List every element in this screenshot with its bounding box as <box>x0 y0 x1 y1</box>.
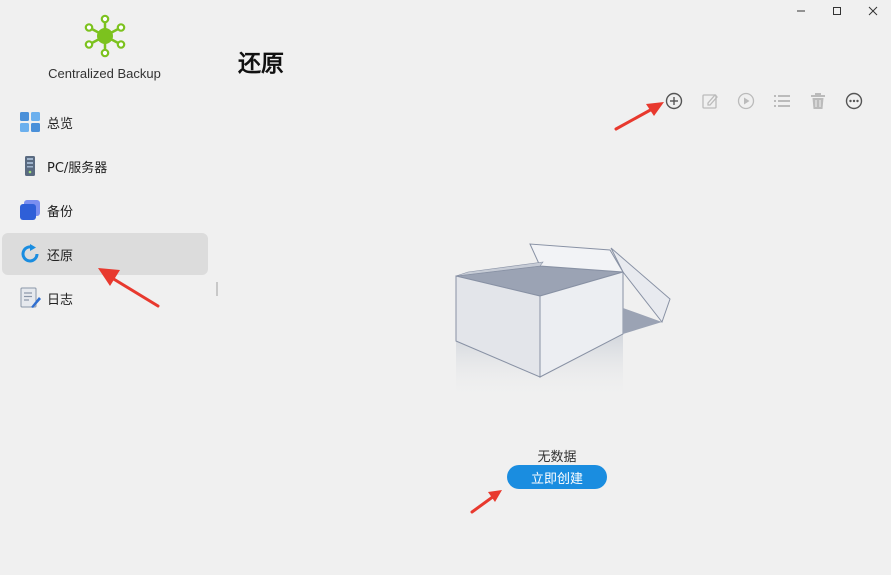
server-tower-icon <box>19 155 41 177</box>
app-name: Centralized Backup <box>48 66 161 81</box>
run-button[interactable] <box>736 91 756 111</box>
annotation-arrow-icon <box>470 490 502 514</box>
network-hub-icon <box>84 14 126 58</box>
sidebar-item-label: PC/服务器 <box>47 160 108 176</box>
sidebar-item-label: 还原 <box>47 248 74 264</box>
restore-circular-arrow-icon <box>19 243 41 265</box>
empty-box-icon <box>455 243 671 401</box>
delete-button[interactable] <box>808 91 828 111</box>
sidebar-item-pc-server[interactable]: PC/服务器 <box>2 145 208 187</box>
more-icon <box>845 92 863 110</box>
sidebar-item-restore[interactable]: 还原 <box>2 233 208 275</box>
sidebar-item-label: 备份 <box>47 204 74 220</box>
trash-icon <box>811 93 825 109</box>
minimize-icon <box>797 10 805 12</box>
list-button[interactable] <box>772 91 792 111</box>
annotation-arrow-icon <box>614 102 664 131</box>
sidebar-resize-handle[interactable] <box>216 282 218 296</box>
log-document-icon <box>19 287 41 309</box>
app-window: Centralized Backup 总览 PC/服务器 备份 还原 日志 还原… <box>0 0 891 575</box>
sidebar-item-log[interactable]: 日志 <box>2 277 208 319</box>
page-title: 还原 <box>238 51 284 77</box>
sidebar-item-overview[interactable]: 总览 <box>2 101 208 143</box>
backup-cube-icon <box>19 199 41 221</box>
edit-button[interactable] <box>700 91 720 111</box>
add-circle-icon <box>665 92 683 110</box>
create-now-button[interactable]: 立即创建 <box>507 465 607 489</box>
edit-icon <box>702 94 718 109</box>
minimize-button[interactable] <box>783 0 819 22</box>
list-icon <box>774 95 790 107</box>
sidebar-item-label: 总览 <box>47 116 74 132</box>
overview-tiles-icon <box>19 111 41 133</box>
window-controls <box>783 0 891 22</box>
maximize-button[interactable] <box>819 0 855 22</box>
add-button[interactable] <box>664 91 684 111</box>
toolbar <box>664 91 864 111</box>
sidebar-item-label: 日志 <box>47 292 74 308</box>
close-button[interactable] <box>855 0 891 22</box>
empty-state-message: 无数据 <box>537 450 577 465</box>
close-icon <box>868 6 878 16</box>
play-icon <box>737 92 755 110</box>
sidebar: Centralized Backup 总览 PC/服务器 备份 还原 日志 <box>0 0 216 575</box>
more-button[interactable] <box>844 91 864 111</box>
sidebar-item-backup[interactable]: 备份 <box>2 189 208 231</box>
maximize-icon <box>833 7 841 15</box>
